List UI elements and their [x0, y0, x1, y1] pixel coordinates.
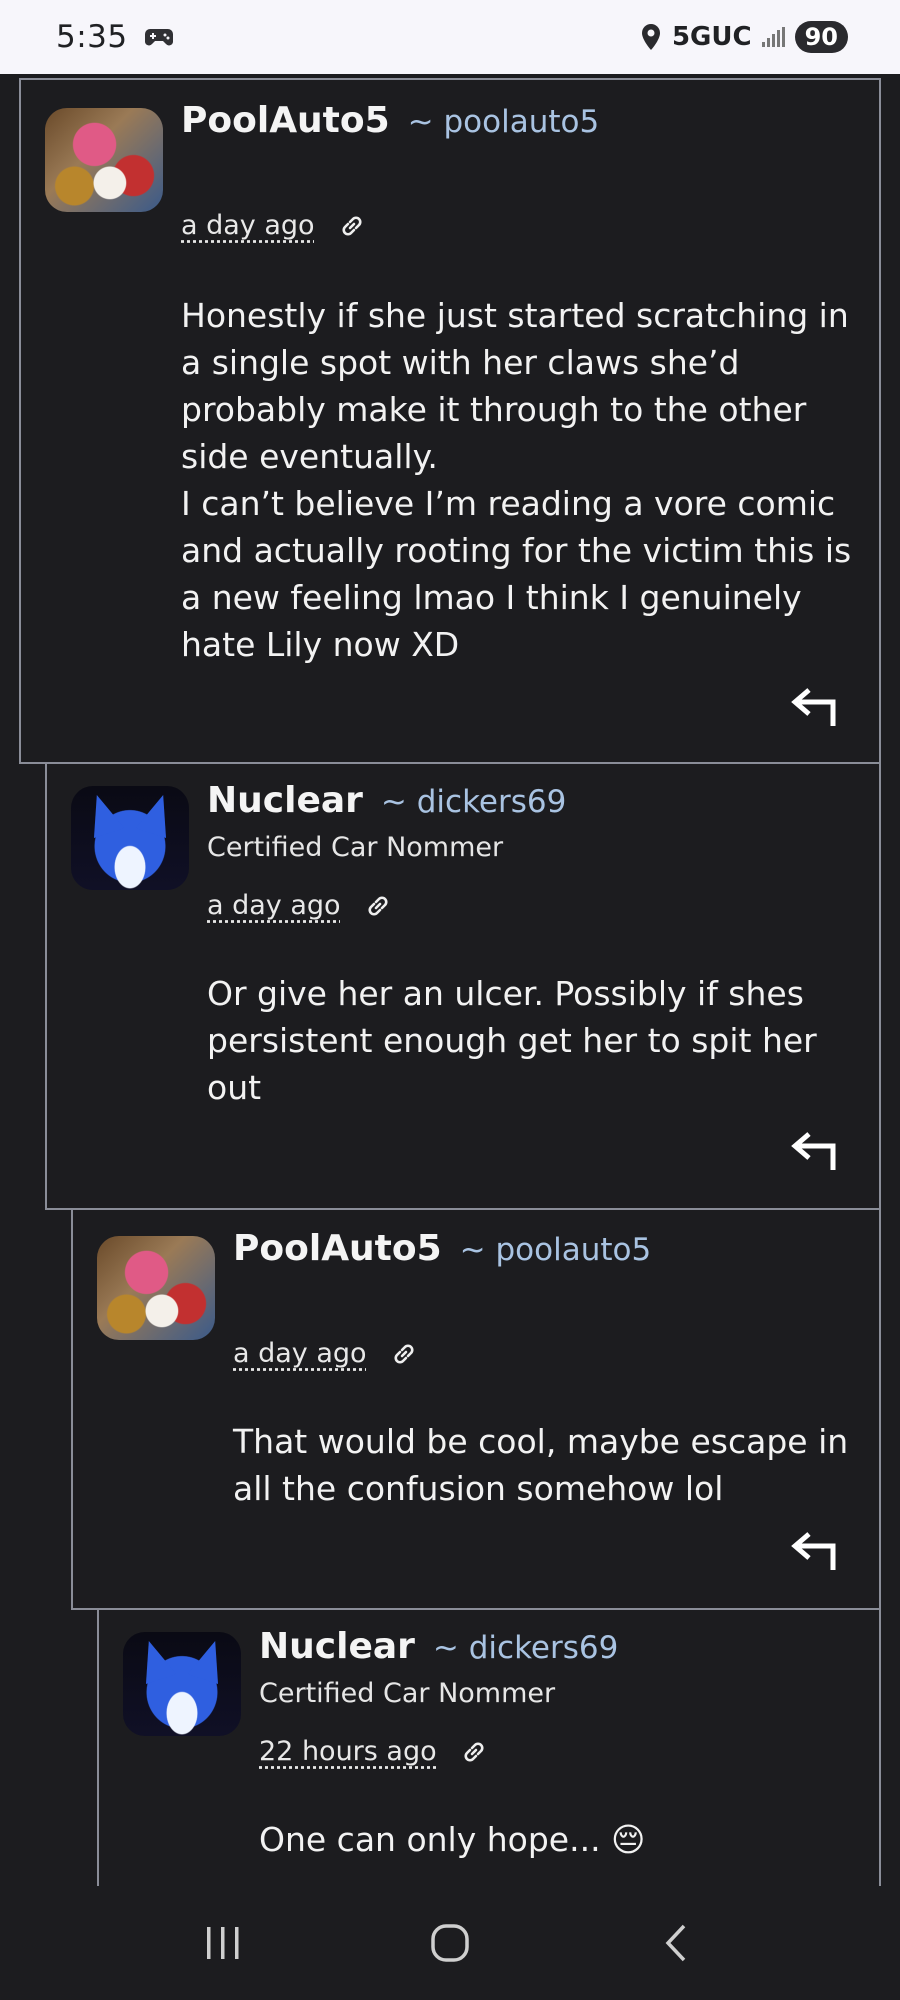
recents-button[interactable]	[193, 1913, 253, 1973]
home-icon	[431, 1924, 469, 1962]
user-tagline: Certified Car Nommer	[259, 1678, 556, 1709]
timestamp-link[interactable]: a day ago	[233, 1338, 367, 1369]
link-icon[interactable]	[337, 211, 367, 241]
reply-arrow-icon[interactable]	[791, 684, 839, 728]
avatar[interactable]	[97, 1236, 215, 1340]
navigation-bar	[0, 1886, 900, 2000]
back-icon	[665, 1924, 685, 1962]
display-name[interactable]: PoolAuto5	[233, 1228, 442, 1269]
comment-author: Nuclear ~ dickers69	[259, 1626, 618, 1667]
link-icon[interactable]	[363, 891, 393, 921]
comment-author: PoolAuto5 ~ poolauto5	[181, 100, 599, 141]
timestamp-link[interactable]: a day ago	[181, 210, 315, 241]
status-left: 5:35	[56, 19, 174, 55]
display-name[interactable]: Nuclear	[259, 1626, 415, 1667]
status-right: 5GUC 90	[640, 21, 848, 53]
avatar[interactable]	[71, 786, 189, 890]
comment-meta: a day ago	[233, 1338, 419, 1369]
comment: PoolAuto5 ~ poolauto5 a day ago Honestly…	[19, 78, 881, 764]
link-icon[interactable]	[459, 1737, 489, 1767]
game-controller-icon	[144, 29, 173, 46]
display-name[interactable]: Nuclear	[207, 780, 363, 821]
timestamp-link[interactable]: a day ago	[207, 890, 341, 921]
user-handle[interactable]: ~ poolauto5	[408, 104, 600, 140]
comment-author: Nuclear ~ dickers69	[207, 780, 566, 821]
recents-icon	[207, 1927, 239, 1959]
timestamp-link[interactable]: 22 hours ago	[259, 1736, 437, 1767]
reply-arrow-icon[interactable]	[791, 1528, 839, 1572]
comment-meta: a day ago	[207, 890, 393, 921]
user-handle[interactable]: ~ dickers69	[381, 784, 566, 820]
comment-body: One can only hope... 😔	[259, 1820, 646, 1859]
battery-level: 90	[794, 21, 848, 53]
location-pin-icon	[641, 24, 660, 50]
reply-arrow-icon[interactable]	[791, 1128, 839, 1172]
status-time: 5:35	[56, 19, 128, 55]
comment-author: PoolAuto5 ~ poolauto5	[233, 1228, 651, 1269]
comment-meta: 22 hours ago	[259, 1736, 489, 1767]
user-tagline: Certified Car Nommer	[207, 832, 504, 863]
comment: Nuclear ~ dickers69 Certified Car Nommer…	[45, 764, 881, 1210]
comment-body: That would be cool, maybe escape in all …	[233, 1422, 849, 1508]
comment-body: Honestly if she just started scratching …	[181, 296, 852, 664]
comment: Nuclear ~ dickers69 Certified Car Nommer…	[97, 1610, 881, 1886]
display-name[interactable]: PoolAuto5	[181, 100, 390, 141]
comment-meta: a day ago	[181, 210, 367, 241]
network-type: 5GUC	[671, 22, 752, 52]
comment-body: Or give her an ulcer. Possibly if shes p…	[207, 974, 817, 1107]
signal-strength-icon	[761, 27, 785, 47]
home-button[interactable]	[420, 1913, 480, 1973]
status-bar: 5:35 5GUC 90	[0, 0, 900, 74]
avatar[interactable]	[45, 108, 163, 212]
user-handle[interactable]: ~ poolauto5	[460, 1232, 652, 1268]
link-icon[interactable]	[389, 1339, 419, 1369]
comment-thread: PoolAuto5 ~ poolauto5 a day ago Honestly…	[0, 74, 900, 1886]
back-button[interactable]	[647, 1913, 707, 1973]
user-handle[interactable]: ~ dickers69	[433, 1630, 618, 1666]
avatar[interactable]	[123, 1632, 241, 1736]
comment: PoolAuto5 ~ poolauto5 a day ago That wou…	[71, 1210, 881, 1610]
